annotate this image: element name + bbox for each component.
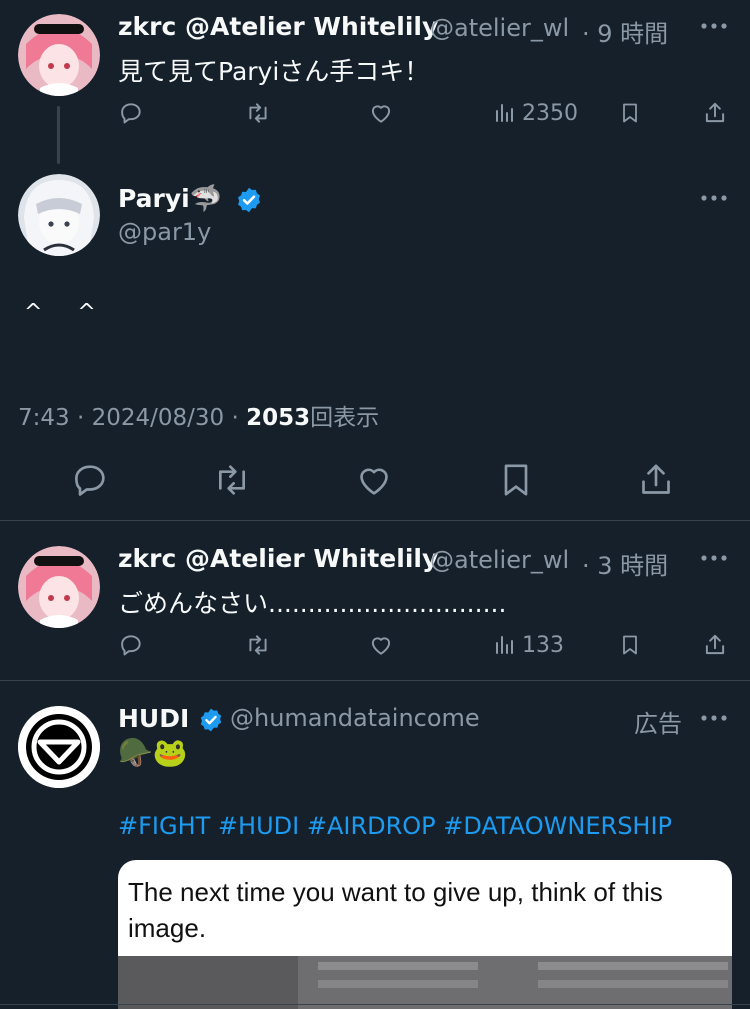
avatar-image [18, 14, 100, 96]
like-button[interactable] [368, 100, 394, 126]
ad-emojis: 🪖🐸 [118, 736, 188, 769]
reply-button[interactable] [118, 100, 144, 126]
retweet-button[interactable] [244, 632, 272, 658]
share-icon [705, 634, 725, 655]
author-handle[interactable]: @atelier_wl [430, 546, 569, 574]
avatar-zkrc[interactable] [18, 14, 100, 96]
heart-icon [360, 468, 388, 495]
views-count: 133 [522, 632, 564, 658]
tweet-time[interactable]: · 9 時間 [582, 14, 668, 49]
tweet-time[interactable]: · 3 時間 [582, 546, 668, 581]
like-button[interactable] [368, 632, 394, 658]
shark-emoji: 🦈 [189, 184, 223, 214]
tweet-timestamp[interactable]: 7:43 · 2024/08/30 · [18, 405, 239, 431]
bookmark-button[interactable] [618, 100, 642, 126]
thread-line [57, 106, 60, 164]
author-name[interactable]: zkrc @Atelier Whitelily [118, 544, 438, 573]
card-photo [118, 956, 732, 1009]
hudi-logo [18, 706, 100, 788]
verified-icon [200, 708, 222, 732]
author-name[interactable]: HUDI [118, 704, 189, 733]
bottom-divider [0, 1004, 750, 1005]
ad-label: 広告 [634, 710, 682, 738]
ad-hashtags[interactable]: #FIGHT #HUDI #AIRDROP #DATAOWNERSHIP [118, 812, 672, 840]
retweet-icon [249, 103, 267, 123]
share-icon [705, 102, 725, 123]
author-handle[interactable]: @par1y [118, 218, 211, 246]
author-handle[interactable]: @atelier_wl [430, 14, 569, 42]
more-icon[interactable] [698, 546, 730, 574]
reply-icon [121, 103, 141, 124]
views-button[interactable]: 133 [494, 632, 564, 658]
share-icon [642, 464, 670, 494]
retweet-icon [219, 465, 245, 495]
reply-button[interactable] [118, 632, 144, 658]
tweet-meta: 7:43 · 2024/08/30 · 2053回表示 [18, 398, 379, 432]
tweet-text: ^ ^ [24, 300, 110, 325]
views-button[interactable]: 2350 [494, 100, 578, 126]
avatar-hudi[interactable] [18, 706, 100, 788]
share-button[interactable] [702, 100, 728, 126]
bookmark-icon [623, 103, 637, 123]
verified-icon [237, 187, 260, 213]
views-icon [496, 636, 513, 654]
avatar-image [18, 174, 100, 256]
author-name-row[interactable]: Paryi🦈 [118, 184, 263, 214]
bookmark-icon [504, 464, 528, 496]
reply-icon [121, 635, 141, 656]
avatar-zkrc[interactable] [18, 546, 100, 628]
author-name-row[interactable]: HUDI [118, 704, 224, 733]
avatar-paryi[interactable] [18, 174, 100, 256]
bookmark-icon [623, 635, 637, 655]
heart-icon [371, 637, 391, 655]
avatar-image [18, 546, 100, 628]
tweet-text: 見て見てParyiさん手コキ！ [118, 57, 430, 86]
retweet-button[interactable] [244, 100, 272, 126]
retweet-icon [249, 635, 267, 655]
author-handle[interactable]: @humandataincome [230, 704, 480, 732]
view-label: 回表示 [310, 405, 380, 431]
view-count: 2053 [246, 405, 311, 431]
divider [0, 520, 750, 521]
reply-button[interactable] [70, 460, 110, 504]
card-caption: The next time you want to give up, think… [128, 877, 663, 943]
ad-media-card[interactable]: The next time you want to give up, think… [118, 860, 732, 1009]
reply-icon [75, 465, 105, 496]
author-name[interactable]: Paryi [118, 184, 190, 213]
like-button[interactable] [354, 460, 394, 504]
bookmark-button[interactable] [496, 460, 536, 504]
more-icon[interactable] [698, 14, 730, 42]
more-icon[interactable] [698, 706, 730, 734]
retweet-button[interactable] [210, 460, 254, 504]
heart-icon [371, 105, 391, 123]
views-icon [496, 104, 513, 122]
tweet-text: ごめんなさい.............................. [118, 589, 507, 618]
author-name[interactable]: zkrc @Atelier Whitelily [118, 12, 438, 41]
more-icon[interactable] [698, 186, 730, 214]
share-button[interactable] [702, 632, 728, 658]
views-count: 2350 [522, 100, 578, 126]
divider [0, 680, 750, 681]
share-button[interactable] [636, 460, 676, 504]
bookmark-button[interactable] [618, 632, 642, 658]
